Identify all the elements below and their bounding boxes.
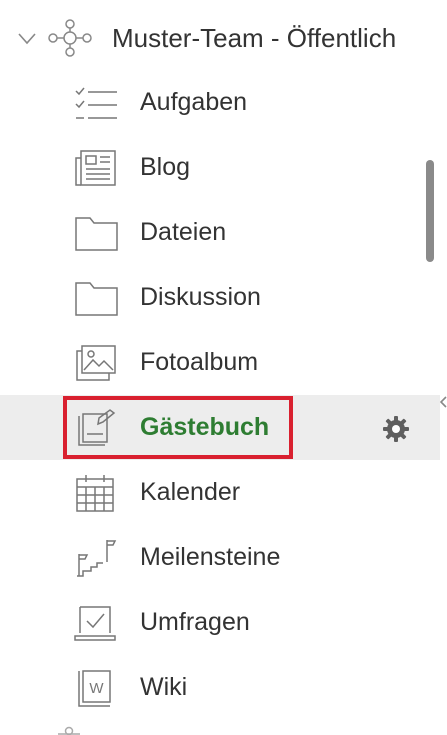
- tree-item-meilensteine[interactable]: Meilensteine: [0, 525, 440, 590]
- tree-item-gaestebuch[interactable]: Gästebuch: [0, 395, 440, 460]
- tree-item-fotoalbum[interactable]: Fotoalbum: [0, 330, 440, 395]
- tree-item-blog[interactable]: Blog: [0, 135, 440, 200]
- poll-icon: [73, 603, 119, 643]
- calendar-icon: [73, 473, 119, 513]
- tree-item-diskussion[interactable]: Diskussion: [0, 265, 440, 330]
- wiki-icon: W: [73, 668, 119, 708]
- tree-item-label: Blog: [140, 148, 190, 186]
- tree-item-kalender[interactable]: Kalender: [0, 460, 440, 525]
- tree-item-label: Meilensteine: [140, 538, 280, 576]
- gear-icon[interactable]: [382, 415, 410, 443]
- team-tree-node[interactable]: Muster-Team - Öffentlich: [0, 14, 440, 62]
- team-label[interactable]: Muster-Team - Öffentlich: [112, 20, 396, 56]
- tree-item-dateien[interactable]: Dateien: [0, 200, 440, 265]
- milestones-icon: [73, 538, 119, 578]
- folder-icon: [73, 213, 119, 253]
- folder-icon: [73, 278, 119, 318]
- team-network-icon: [45, 16, 95, 60]
- panel-resize-arrow-icon[interactable]: [440, 396, 447, 408]
- tree-item-umfragen[interactable]: Umfragen: [0, 590, 440, 655]
- wiki-icon-letter: W: [89, 680, 104, 697]
- newspaper-icon: [73, 148, 119, 188]
- collapse-arrow-icon[interactable]: [18, 33, 36, 45]
- tree-item-label: Diskussion: [140, 278, 261, 316]
- tree-item-label: Gästebuch: [140, 408, 269, 446]
- tree-item-label: Wiki: [140, 668, 187, 706]
- scrollbar-thumb[interactable]: [426, 160, 434, 262]
- photo-album-icon: [73, 343, 119, 383]
- navigation-panel: Muster-Team - Öffentlich Aufgaben: [0, 0, 447, 735]
- tree-item-label: Dateien: [140, 213, 226, 251]
- tree-item-label: Aufgaben: [140, 83, 247, 121]
- guestbook-icon: [73, 408, 119, 448]
- tree-item-label: Umfragen: [140, 603, 250, 641]
- tree-item-aufgaben[interactable]: Aufgaben: [0, 70, 440, 135]
- tree-item-label: Fotoalbum: [140, 343, 258, 381]
- partial-tree-node-icon: [54, 725, 84, 735]
- tree-item-label: Kalender: [140, 473, 240, 511]
- tasks-icon: [73, 83, 119, 123]
- tree-item-wiki[interactable]: W Wiki: [0, 655, 440, 720]
- team-tools-list: Aufgaben Blog Dateien: [0, 70, 440, 720]
